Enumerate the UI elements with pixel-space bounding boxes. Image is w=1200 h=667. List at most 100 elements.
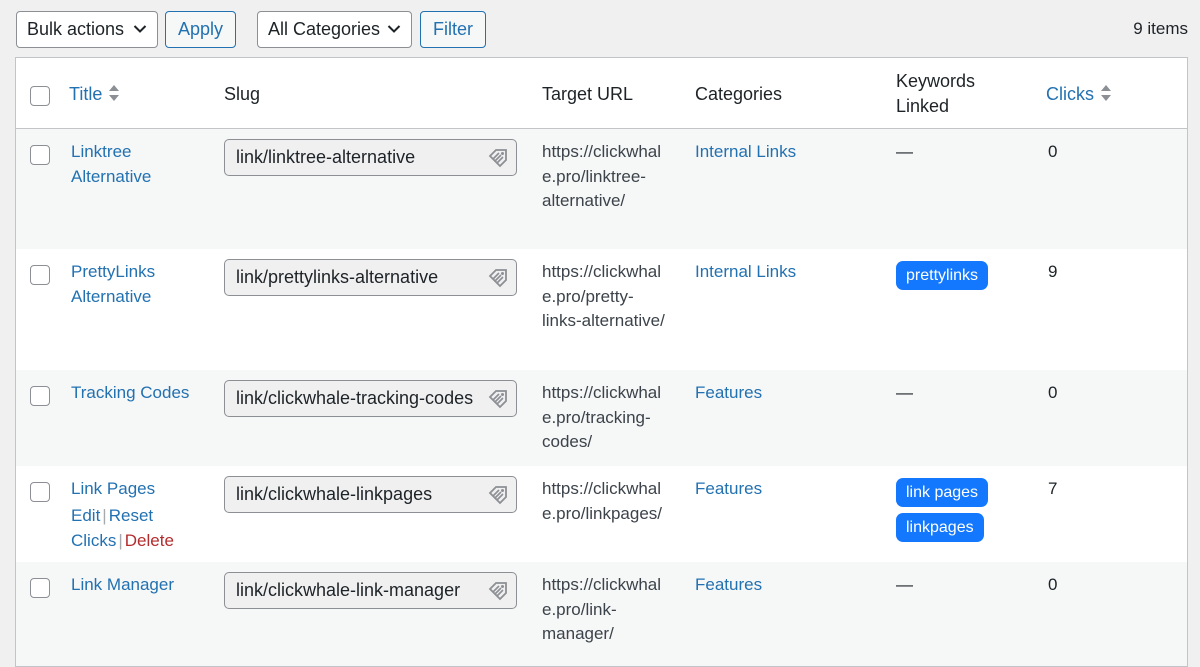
table-row: PrettyLinks Alternative link/prettylinks… — [16, 249, 1187, 370]
slug-field[interactable]: link/linktree-alternative — [224, 139, 517, 176]
tag-copy-icon[interactable] — [486, 579, 510, 603]
link-title-line: Linktree — [71, 142, 132, 161]
category-link[interactable]: Features — [695, 477, 762, 502]
tag-copy-icon[interactable] — [486, 266, 510, 290]
slug-field[interactable]: link/clickwhale-linkpages — [224, 476, 517, 513]
table-header: Title Slug Target URL Categories Keyword… — [16, 58, 1187, 129]
column-target-url: Target URL — [542, 84, 634, 104]
target-url-line: links-alternative/ — [542, 311, 665, 330]
target-url-line: https://clickwhal — [542, 575, 662, 594]
link-title-line: PrettyLinks — [71, 262, 156, 281]
keywords-list: prettylinks — [896, 261, 989, 296]
target-url: https://clickwhal e.pro/tracking- codes/ — [542, 381, 672, 455]
column-keywords-line1: Keywords — [896, 71, 976, 91]
slug-field[interactable]: link/clickwhale-link-manager — [224, 572, 517, 609]
link-title-line: Link Pages — [71, 479, 156, 498]
action-separator: | — [118, 530, 123, 550]
target-url-line: manager/ — [542, 624, 614, 643]
edit-action[interactable]: Edit — [71, 506, 100, 525]
table-row: Linktree Alternative link/linktree-alter… — [16, 129, 1187, 249]
item-count: 9 items — [1133, 19, 1188, 38]
link-title[interactable]: Link Manager — [71, 573, 174, 598]
keyword-badge[interactable]: link pages — [896, 478, 989, 507]
link-title[interactable]: Tracking Codes — [71, 381, 189, 406]
keyword-badge[interactable]: linkpages — [896, 513, 984, 542]
slug-value: link/linktree-alternative — [236, 147, 416, 167]
column-keywords-linked: Keywords Linked — [896, 69, 975, 119]
sort-icon — [1101, 85, 1111, 101]
target-url: https://clickwhal e.pro/linktree- altern… — [542, 140, 672, 214]
column-clicks-label: Clicks — [1046, 84, 1094, 104]
apply-button[interactable]: Apply — [165, 11, 236, 48]
row-checkbox[interactable] — [30, 386, 50, 406]
tag-copy-icon[interactable] — [486, 387, 510, 411]
category-filter-select[interactable]: All Categories — [257, 11, 412, 48]
category-link[interactable]: Features — [695, 573, 762, 598]
category-link[interactable]: Internal Links — [695, 260, 796, 285]
category-filter-label: All Categories — [268, 19, 381, 39]
row-checkbox[interactable] — [30, 482, 50, 502]
link-title-line: Alternative — [71, 166, 152, 186]
column-title-label: Title — [69, 84, 103, 104]
column-clicks[interactable]: Clicks — [1046, 82, 1112, 107]
keywords-empty: — — [896, 575, 913, 594]
target-url: https://clickwhal e.pro/pretty- links-al… — [542, 260, 682, 334]
keyword-badge[interactable]: prettylinks — [896, 261, 989, 290]
category-link[interactable]: Internal Links — [695, 140, 796, 165]
slug-value: link/clickwhale-link-manager — [236, 580, 461, 600]
target-url: https://clickwhal e.pro/linkpages/ — [542, 477, 672, 526]
target-url-line: https://clickwhal — [542, 262, 662, 281]
keywords-empty: — — [896, 383, 913, 402]
chevron-down-icon — [387, 25, 401, 33]
target-url-line: https://clickwhal — [542, 479, 662, 498]
slug-value: link/prettylinks-alternative — [236, 267, 439, 287]
tag-copy-icon[interactable] — [486, 483, 510, 507]
target-url-line: e.pro/linktree- — [542, 166, 646, 186]
column-title[interactable]: Title — [69, 82, 120, 107]
tag-copy-icon[interactable] — [486, 146, 510, 170]
click-count: 9 — [1048, 262, 1058, 281]
row-checkbox[interactable] — [30, 265, 50, 285]
table-row: Link Manager link/clickwhale-link-manage… — [16, 562, 1187, 666]
target-url-line: https://clickwhal — [542, 383, 662, 402]
slug-value: link/clickwhale-tracking-codes — [236, 388, 474, 408]
click-count: 0 — [1048, 142, 1058, 161]
target-url-line: https://clickwhal — [542, 142, 662, 161]
target-url-line: e.pro/linkpages/ — [542, 503, 663, 523]
chevron-down-icon — [133, 25, 147, 33]
category-link[interactable]: Features — [695, 381, 762, 406]
table-row: Link Pages Edit | Reset Clicks | Delete link… — [16, 466, 1187, 562]
action-separator: | — [102, 506, 107, 525]
reset-clicks-action[interactable]: Reset — [109, 506, 153, 525]
slug-field[interactable]: link/clickwhale-tracking-codes — [224, 380, 517, 417]
slug-value: link/clickwhale-linkpages — [236, 484, 433, 504]
column-categories: Categories — [695, 84, 783, 104]
row-actions: Edit | Reset Clicks | Delete — [71, 504, 174, 553]
links-table: Title Slug Target URL Categories Keyword… — [15, 57, 1188, 667]
target-url-line: codes/ — [542, 432, 593, 451]
filter-button[interactable]: Filter — [420, 11, 486, 48]
link-title-line: Tracking Codes — [71, 383, 190, 402]
link-title[interactable]: Linktree Alternative — [71, 140, 151, 189]
link-title-line: Alternative — [71, 286, 152, 306]
link-title[interactable]: Link Pages — [71, 477, 155, 502]
click-count: 0 — [1048, 575, 1058, 594]
bulk-actions-select[interactable]: Bulk actions — [16, 11, 158, 48]
click-count: 7 — [1048, 479, 1058, 498]
table-row: Tracking Codes link/clickwhale-tracking-… — [16, 370, 1187, 466]
click-count: 0 — [1048, 383, 1058, 402]
target-url-line: e.pro/tracking- — [542, 407, 651, 427]
column-slug: Slug — [224, 84, 261, 104]
target-url-line: alternative/ — [542, 191, 626, 210]
row-checkbox[interactable] — [30, 578, 50, 598]
target-url-line: e.pro/link- — [542, 599, 617, 619]
select-all-checkbox[interactable] — [30, 86, 50, 106]
link-title[interactable]: PrettyLinks Alternative — [71, 260, 155, 309]
delete-action[interactable]: Delete — [125, 531, 174, 550]
row-checkbox[interactable] — [30, 145, 50, 165]
reset-clicks-action-cont[interactable]: Clicks — [71, 531, 116, 550]
table-toolbar: Bulk actions Apply All Categories Filter… — [16, 11, 1188, 48]
slug-field[interactable]: link/prettylinks-alternative — [224, 259, 517, 296]
bulk-actions-label: Bulk actions — [27, 19, 125, 39]
keywords-list: link pages linkpages — [896, 478, 989, 548]
